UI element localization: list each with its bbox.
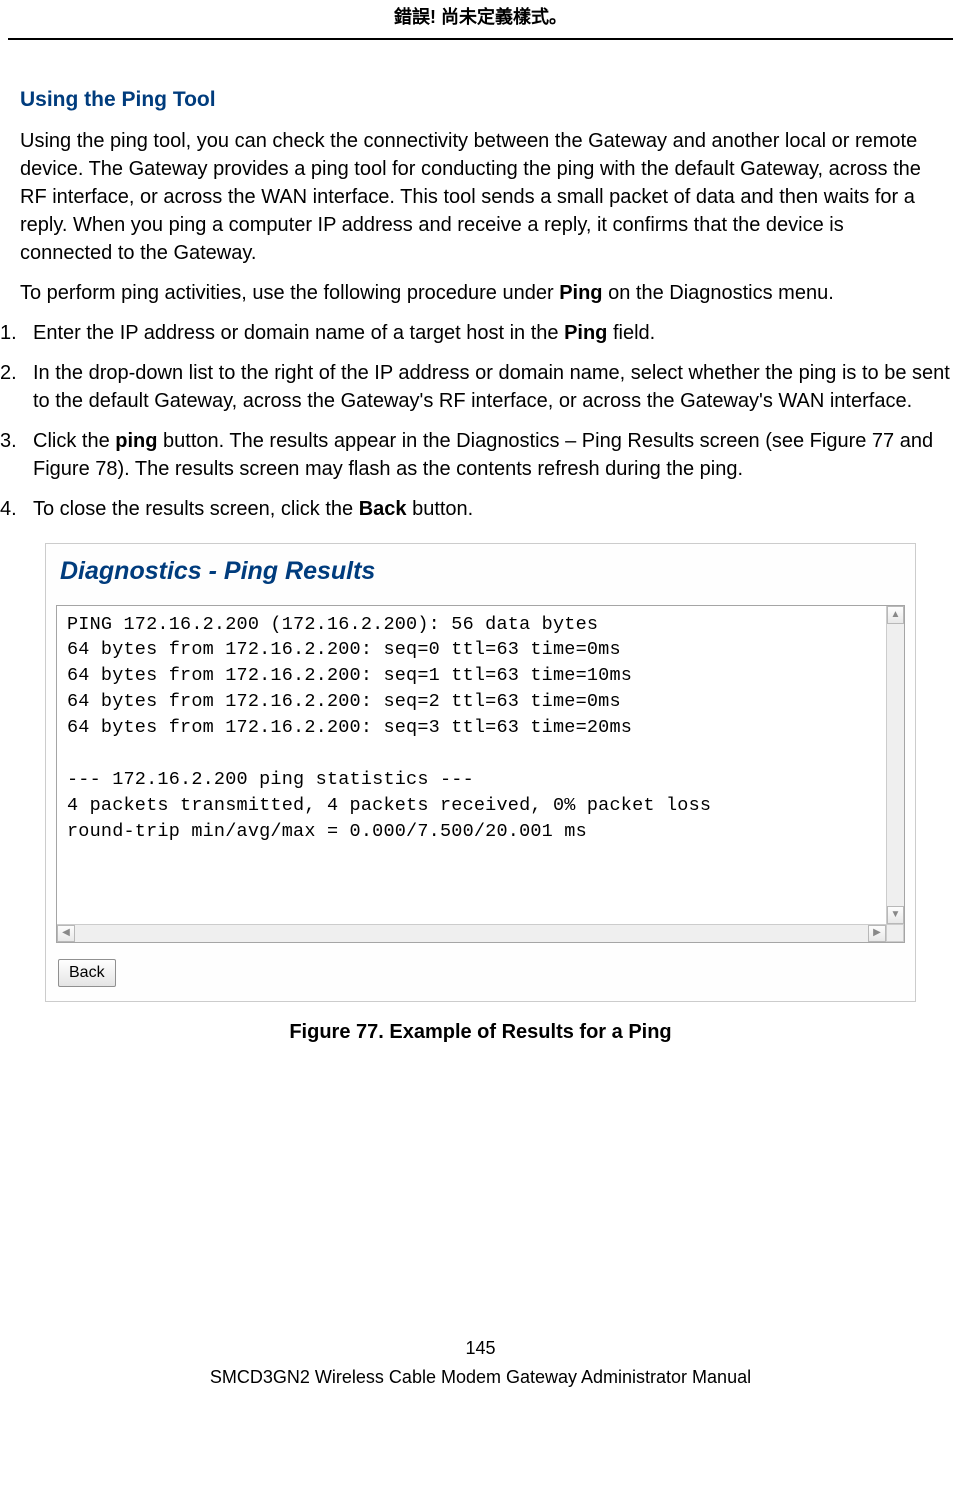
procedure-intro-bold: Ping xyxy=(559,282,602,304)
panel-title: Diagnostics - Ping Results xyxy=(56,552,905,605)
step-3-text-c: button. The results appear in the Diagno… xyxy=(33,430,933,480)
procedure-intro-suffix: on the Diagnostics menu. xyxy=(603,282,834,304)
header-error-text: 錯誤! 尚未定義樣式。 xyxy=(0,0,961,38)
step-4-bold: Back xyxy=(359,498,407,520)
step-3-bold: ping xyxy=(115,430,157,452)
scroll-left-icon[interactable]: ◀ xyxy=(57,925,75,942)
back-button[interactable]: Back xyxy=(58,959,116,987)
step-2: In the drop-down list to the right of th… xyxy=(0,359,961,415)
header-divider xyxy=(8,38,953,40)
step-1: Enter the IP address or domain name of a… xyxy=(0,319,961,347)
step-1-text-a: Enter the IP address or domain name of a… xyxy=(33,322,564,344)
step-3: Click the ping button. The results appea… xyxy=(0,427,961,483)
page-number: 145 xyxy=(0,1336,961,1361)
results-textarea[interactable]: PING 172.16.2.200 (172.16.2.200): 56 dat… xyxy=(56,605,905,943)
scroll-right-icon[interactable]: ▶ xyxy=(868,925,886,942)
step-1-bold: Ping xyxy=(564,322,607,344)
page-footer: 145 SMCD3GN2 Wireless Cable Modem Gatewa… xyxy=(0,1336,961,1410)
procedure-intro: To perform ping activities, use the foll… xyxy=(20,279,941,307)
scroll-down-icon[interactable]: ▼ xyxy=(887,906,904,924)
manual-title: SMCD3GN2 Wireless Cable Modem Gateway Ad… xyxy=(0,1365,961,1390)
step-4-text-c: button. xyxy=(407,498,474,520)
section-title: Using the Ping Tool xyxy=(20,85,941,114)
scroll-up-icon[interactable]: ▲ xyxy=(887,606,904,624)
intro-paragraph: Using the ping tool, you can check the c… xyxy=(20,127,941,267)
step-1-text-c: field. xyxy=(607,322,655,344)
scrollbar-corner xyxy=(886,924,904,942)
step-4: To close the results screen, click the B… xyxy=(0,495,961,523)
step-3-text-a: Click the xyxy=(33,430,115,452)
horizontal-scrollbar[interactable]: ◀ ▶ xyxy=(57,924,904,942)
ping-results-panel: Diagnostics - Ping Results PING 172.16.2… xyxy=(45,543,916,1002)
step-2-text: In the drop-down list to the right of th… xyxy=(33,362,950,412)
figure-caption: Figure 77. Example of Results for a Ping xyxy=(0,1018,961,1046)
procedure-intro-prefix: To perform ping activities, use the foll… xyxy=(20,282,559,304)
vertical-scrollbar[interactable]: ▲ ▼ xyxy=(886,606,904,924)
step-4-text-a: To close the results screen, click the xyxy=(33,498,359,520)
ping-output-text: PING 172.16.2.200 (172.16.2.200): 56 dat… xyxy=(57,606,904,845)
